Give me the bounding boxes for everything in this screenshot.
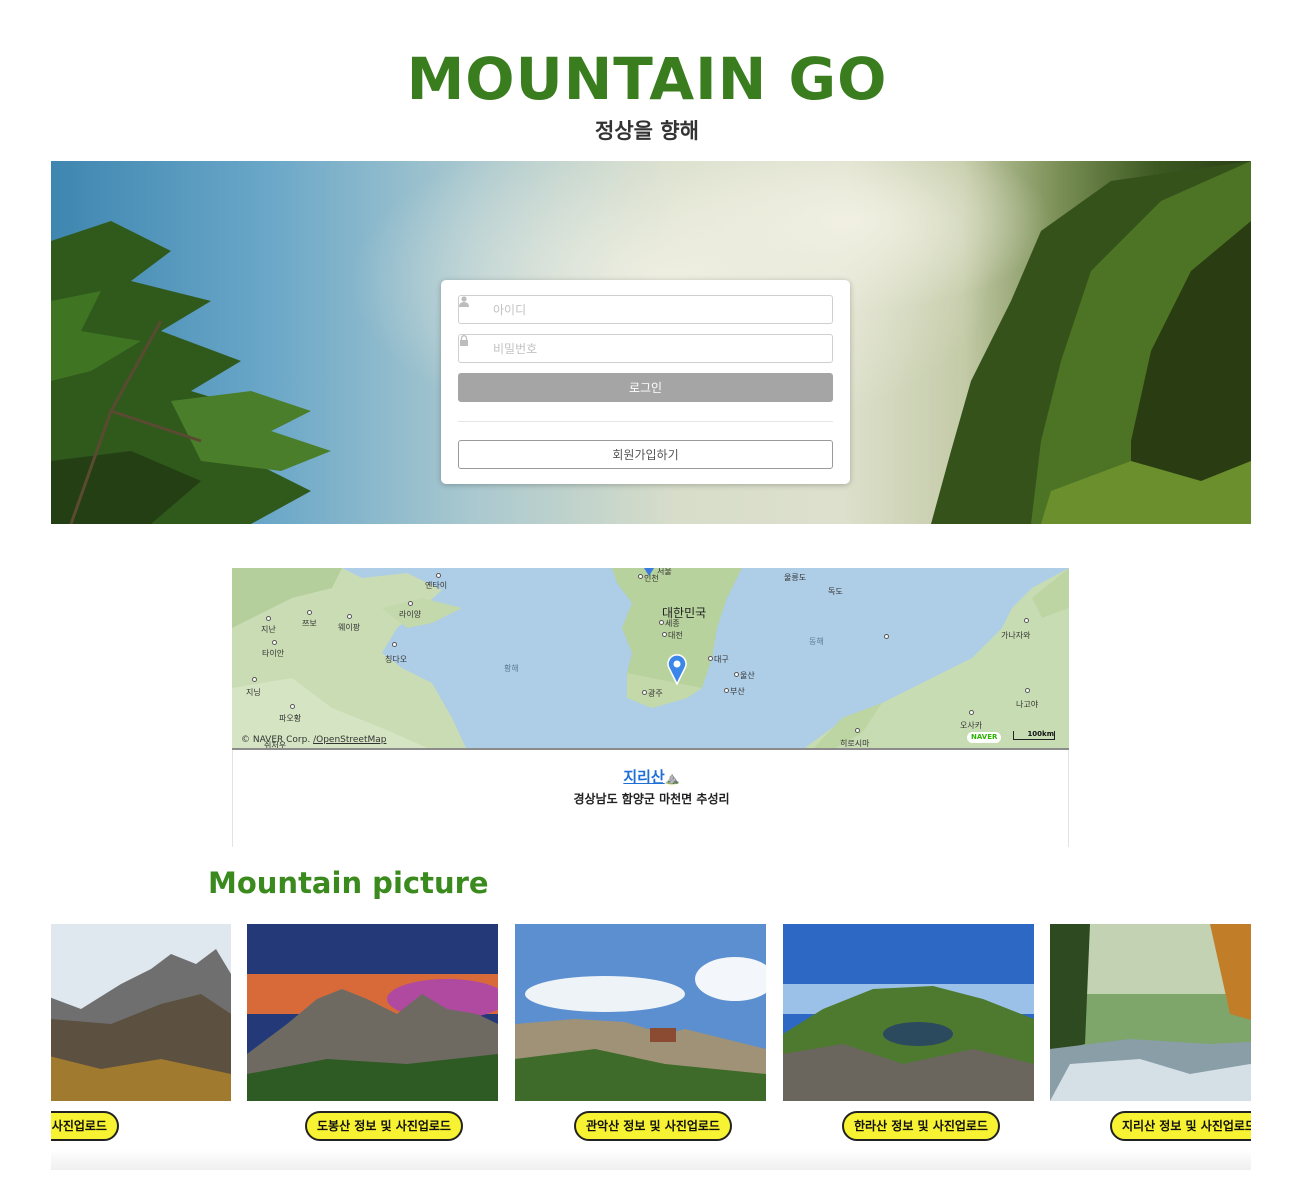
signup-button[interactable]: 회원가입하기	[458, 440, 833, 469]
map-dot	[436, 573, 441, 578]
map-dot	[659, 620, 664, 625]
map-label-seoul: 서울	[657, 568, 672, 576]
card-button-dobongsan[interactable]: 도봉산 정보 및 사진업로드	[305, 1111, 463, 1141]
naver-logo: NAVER	[967, 732, 1002, 743]
mountain-info-panel: 지리산⛰️ 경상남도 함양군 마천면 추성리	[232, 750, 1069, 847]
mountain-photo-dobongsan	[247, 924, 498, 1101]
map-label-nagoya: 나고야	[1016, 700, 1039, 709]
mountain-photo-hallasan	[783, 924, 1034, 1101]
map-label-weifang: 웨이팡	[338, 623, 361, 632]
map-dot	[855, 728, 860, 733]
map-dot	[307, 610, 312, 615]
map-terrain	[232, 568, 1069, 748]
gallery-card: 한라산 정보 및 사진업로드	[783, 924, 1034, 1168]
map-dot	[252, 677, 257, 682]
card-button-jirisan[interactable]: 지리산 정보 및 사진업로드	[1110, 1111, 1251, 1141]
map-label-hiroshima: 히로시마	[840, 739, 870, 748]
map-dot	[642, 690, 647, 695]
map-attribution: © NAVER Corp. /OpenStreetMap	[241, 735, 387, 745]
map-dot	[1024, 618, 1029, 623]
gallery-shadow	[51, 1150, 1251, 1170]
map-dot	[408, 601, 413, 606]
map-label-paojiang: 파오황	[279, 714, 302, 723]
map-label-jining: 지닝	[246, 688, 261, 697]
card-button-gwanaksan[interactable]: 관악산 정보 및 사진업로드	[574, 1111, 732, 1141]
map-label-daejeon: 대전	[668, 631, 683, 640]
map-label-gwangju: 광주	[648, 689, 663, 698]
gallery-card: 지리산 정보 및 사진업로드	[1050, 924, 1251, 1168]
map-dot	[266, 616, 271, 621]
map-dot	[662, 632, 667, 637]
map-dot	[347, 614, 352, 619]
map-dot	[969, 710, 974, 715]
gallery-card: 설악산 정보 및 사진업로드	[51, 924, 231, 1168]
site-subtitle: 정상을 향해	[595, 119, 699, 143]
map-label-kanazawa: 가나자와	[1001, 631, 1031, 640]
map-label-yellow-sea: 황해	[504, 664, 519, 673]
map-dot	[272, 640, 277, 645]
map-dot	[638, 574, 643, 579]
map-label-qingdao: 칭다오	[385, 655, 408, 664]
map-label-dokdo: 독도	[828, 587, 843, 596]
map-dot	[734, 672, 739, 677]
site-title: MOUNTAIN GO	[406, 45, 888, 113]
map-dot	[708, 656, 713, 661]
gallery-title: Mountain picture	[208, 866, 489, 900]
map-dot	[884, 634, 889, 639]
map-label-incheon: 인천	[644, 574, 659, 583]
map-label-jinan: 지난	[261, 625, 276, 634]
map-copyright: © NAVER Corp.	[241, 735, 311, 745]
map-dot	[290, 704, 295, 709]
gallery-card: 도봉산 정보 및 사진업로드	[247, 924, 498, 1168]
map-label-daegu: 대구	[714, 655, 729, 664]
mountain-gallery[interactable]: 설악산 정보 및 사진업로드 도봉산 정보 및 사진업로드	[51, 924, 1251, 1168]
mountain-photo-seoraksan	[51, 924, 231, 1101]
map-dot	[1025, 688, 1030, 693]
hero-banner: 로그인 회원가입하기	[51, 161, 1251, 524]
id-field[interactable]	[458, 295, 833, 324]
password-input[interactable]	[493, 341, 813, 356]
map-label-sejong: 세종	[665, 619, 680, 628]
id-input[interactable]	[493, 302, 813, 317]
mountain-name: 지리산⛰️	[233, 766, 1070, 787]
map-scale: 100km	[1013, 731, 1055, 740]
card-button-hallasan[interactable]: 한라산 정보 및 사진업로드	[842, 1111, 1000, 1141]
divider	[458, 421, 833, 422]
map-label-east-sea: 동해	[809, 637, 824, 646]
mountain-photo-jirisan	[1050, 924, 1251, 1101]
login-button[interactable]: 로그인	[458, 373, 833, 402]
map-label-yantai: 옌타이	[425, 581, 448, 590]
card-button-seoraksan[interactable]: 설악산 정보 및 사진업로드	[51, 1111, 119, 1141]
mountain-name-link[interactable]: 지리산	[623, 768, 664, 786]
map-label-osaka: 오사카	[960, 721, 983, 730]
osm-link[interactable]: /OpenStreetMap	[313, 735, 386, 745]
map-label-ulsan: 울산	[740, 671, 755, 680]
mountain-photo-gwanaksan	[515, 924, 766, 1101]
gallery-card: 관악산 정보 및 사진업로드	[515, 924, 766, 1168]
password-field[interactable]	[458, 334, 833, 363]
map-label-laiyang: 라이양	[399, 610, 422, 619]
mountain-address: 경상남도 함양군 마천면 추성리	[573, 792, 730, 806]
naver-map[interactable]: 옌타이 지난 쯔보 웨이팡 라이양 타이안 칭다오 지닝 황해 파오황 쉬저우 …	[232, 568, 1069, 750]
map-label-zibo: 쯔보	[302, 619, 317, 628]
login-card: 로그인 회원가입하기	[441, 280, 850, 484]
map-label-ulleungdo: 울릉도	[784, 573, 807, 582]
mountain-emoji-icon: ⛰️	[664, 771, 680, 785]
map-dot	[392, 642, 397, 647]
map-dot	[724, 688, 729, 693]
map-label-busan: 부산	[730, 687, 745, 696]
map-label-taian: 타이안	[262, 649, 285, 658]
